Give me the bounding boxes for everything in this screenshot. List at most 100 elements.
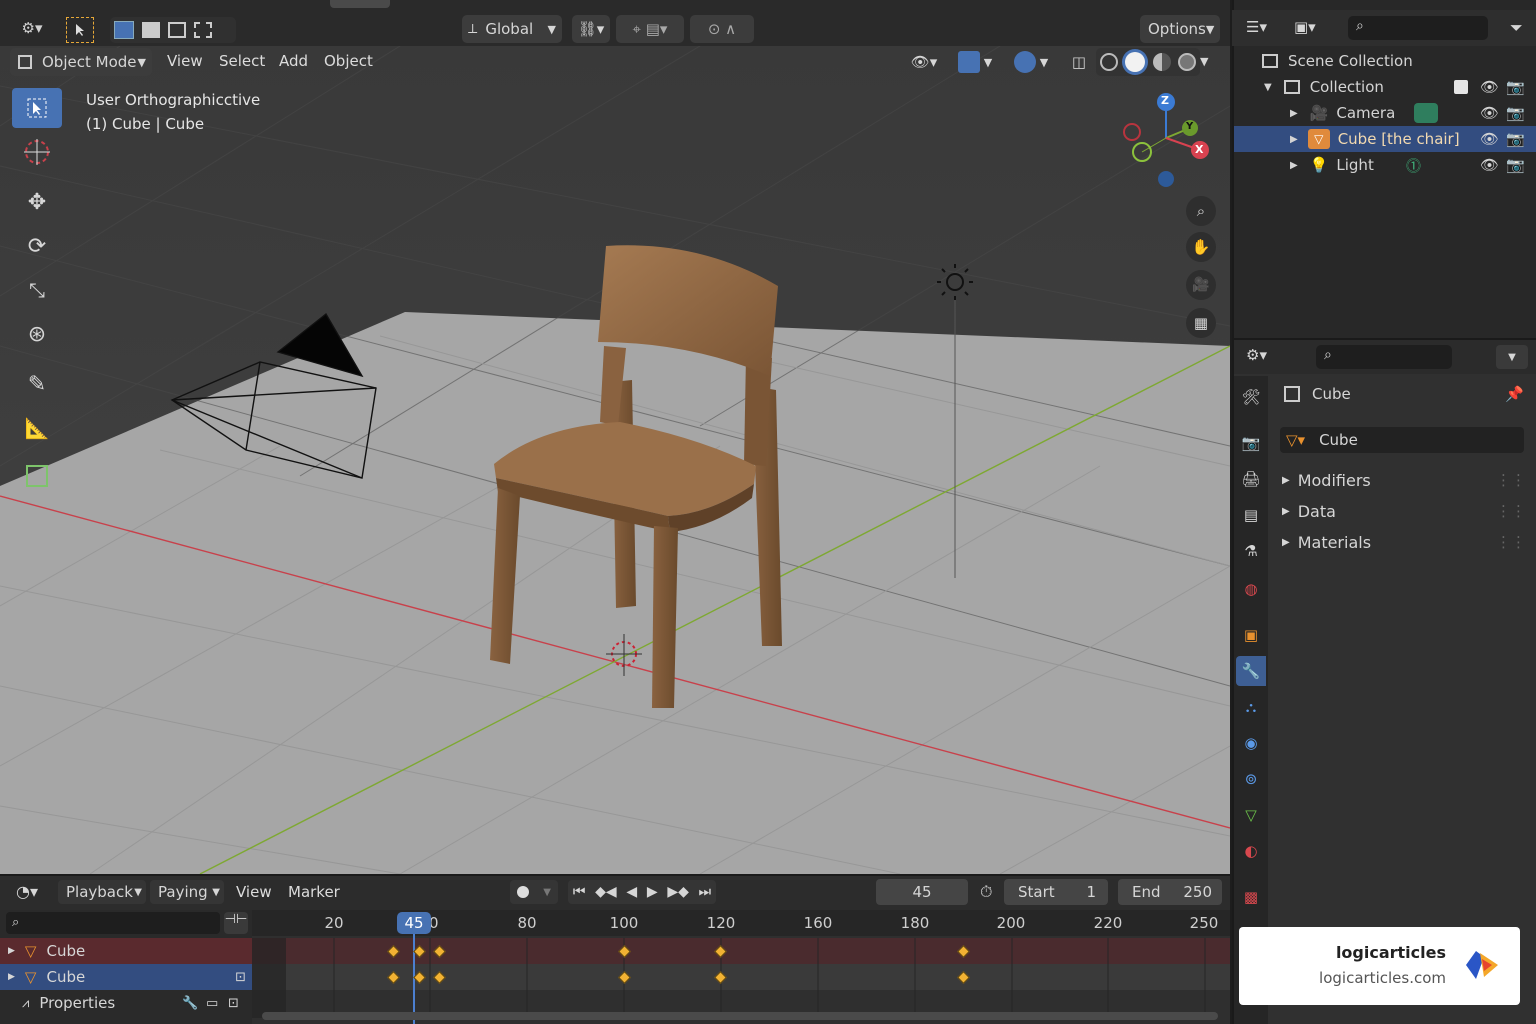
outliner-item-camera[interactable]: ▶ 🎥 Camera 👁 📷	[1234, 100, 1536, 126]
transform-orientation-dropdown[interactable]: ⟂ Global ▼	[462, 15, 562, 43]
menu-view[interactable]: View	[167, 52, 203, 70]
visibility-dropdown[interactable]: 👁▾	[904, 48, 944, 76]
drag-handle-icon[interactable]: ⋮⋮	[1496, 533, 1526, 551]
timeline-menu-view[interactable]: View	[236, 883, 272, 901]
camera-view-icon[interactable]: 🎥	[1186, 270, 1216, 300]
jump-start-icon[interactable]: ⏮	[573, 884, 586, 900]
jump-end-icon[interactable]: ⏭	[699, 884, 712, 900]
next-keyframe-icon[interactable]: ▶◆	[667, 884, 689, 900]
editor-type-icon[interactable]: ⚙▾	[14, 17, 50, 39]
proportional-edit[interactable]: ⊙ ∧	[690, 15, 754, 43]
menu-select[interactable]: Select	[219, 52, 265, 70]
expand-right-icon[interactable]: ▶	[1290, 160, 1298, 171]
timeline-scrollbar[interactable]	[262, 1012, 1218, 1020]
rendered-shading-icon[interactable]	[1178, 53, 1197, 71]
tab-view-layer[interactable]: ▤	[1236, 500, 1266, 530]
tab-material[interactable]: ◐	[1236, 836, 1266, 866]
eye-icon[interactable]: 👁	[1480, 104, 1499, 122]
tab-world[interactable]: ◍	[1236, 574, 1266, 604]
wrench-icon[interactable]: 🔧	[182, 996, 198, 1011]
checkbox-icon[interactable]	[1454, 80, 1468, 94]
select-new-icon[interactable]	[114, 21, 134, 39]
outliner-collection[interactable]: ▼ Collection 👁 📷	[1234, 74, 1536, 100]
xray-icon[interactable]: ◫	[1068, 51, 1090, 73]
cursor-tool[interactable]	[12, 132, 62, 172]
playhead-badge[interactable]: 45	[397, 912, 431, 934]
render-camera-icon[interactable]: 📷	[1506, 104, 1525, 122]
stopwatch-icon[interactable]: ⏱	[980, 882, 992, 902]
tab-scene[interactable]: ⚗	[1236, 536, 1266, 566]
tab-particles[interactable]: ⛬	[1236, 692, 1266, 722]
playback-controls[interactable]: ⏮ ◆◀ ◀ ▶ ▶◆ ⏭	[568, 880, 716, 904]
mesh-selector[interactable]: ▽▾ Cube	[1280, 427, 1524, 453]
auto-keying-toggle[interactable]: ▼	[510, 880, 558, 904]
overlay-toggle[interactable]: ▼	[1008, 48, 1054, 76]
rotate-tool[interactable]: ⟳	[12, 226, 62, 266]
section-data[interactable]: ▶ Data ⋮⋮	[1280, 499, 1530, 523]
play-reverse-icon[interactable]: ◀	[626, 884, 637, 900]
outliner-item-light[interactable]: ▶ 💡 Light ⓵ 👁 📷	[1234, 152, 1536, 178]
timeline-editor-icon[interactable]: ◔▾	[16, 882, 38, 901]
end-frame-field[interactable]: End 250	[1118, 879, 1222, 905]
menu-playback[interactable]: Playback ▼	[58, 880, 146, 904]
lock-icon[interactable]: ⊡	[228, 996, 239, 1011]
timeline-menu-marker[interactable]: Marker	[288, 883, 340, 901]
tab-constraints[interactable]: ⊚	[1236, 764, 1266, 794]
pin-icon[interactable]: 📌	[1505, 385, 1524, 403]
current-frame-field[interactable]: 45	[876, 879, 968, 905]
lock-icon[interactable]: ⊡	[235, 970, 246, 985]
comment-icon[interactable]: ▭	[206, 996, 218, 1011]
options-dropdown[interactable]: Options ▼	[1140, 15, 1220, 43]
drag-handle-icon[interactable]: ⋮⋮	[1496, 502, 1526, 520]
section-modifiers[interactable]: ▶ Modifiers ⋮⋮	[1280, 468, 1530, 492]
timeline-channel-cube-1[interactable]: ▶ ▽ Cube	[0, 938, 252, 964]
eye-icon[interactable]: 👁	[1480, 156, 1499, 174]
3d-viewport[interactable]: User Orthographicctive (1) Cube | Cube Z…	[0, 46, 1230, 874]
expand-down-icon[interactable]: ▼	[1264, 82, 1272, 93]
select-tool-icon[interactable]	[66, 17, 94, 43]
timeline-search-input[interactable]: ⌕	[6, 912, 220, 934]
gizmo-toggle[interactable]: ▼	[952, 48, 998, 76]
select-mode-group[interactable]	[110, 17, 236, 43]
tab-physics[interactable]: ◉	[1236, 728, 1266, 758]
object-mode-dropdown[interactable]: Object Mode ▼	[10, 48, 152, 76]
start-frame-field[interactable]: Start 1	[1004, 879, 1108, 905]
outliner-display-icon[interactable]: ☰▾	[1246, 18, 1267, 36]
tab-tool[interactable]: 🛠	[1236, 382, 1266, 412]
timeline-channel-properties[interactable]: ⩘ Properties 🔧 ▭ ⊡	[0, 990, 252, 1016]
pan-hand-icon[interactable]: ✋	[1186, 232, 1216, 262]
section-materials[interactable]: ▶ Materials ⋮⋮	[1280, 530, 1530, 554]
select-box-tool[interactable]	[12, 88, 62, 128]
properties-editor-icon[interactable]: ⚙▾	[1246, 346, 1267, 364]
only-selected-icon[interactable]: ⊣⊢	[224, 912, 248, 934]
outliner-search-input[interactable]: ⌕	[1348, 16, 1488, 40]
render-camera-icon[interactable]: 📷	[1506, 78, 1525, 96]
select-extend-icon[interactable]	[142, 22, 160, 38]
add-cube-tool[interactable]	[12, 456, 62, 496]
tab-render[interactable]: 📷	[1236, 428, 1266, 458]
menu-keying[interactable]: Paying ▼	[150, 880, 224, 904]
drag-handle-icon[interactable]: ⋮⋮	[1496, 471, 1526, 489]
tab-object[interactable]: ▣	[1236, 620, 1266, 650]
filter-icon[interactable]: ⏷	[1510, 18, 1523, 38]
scale-tool[interactable]: ⤡	[12, 270, 62, 310]
tab-modifiers[interactable]: 🔧	[1236, 656, 1266, 686]
prev-keyframe-icon[interactable]: ◆◀	[595, 884, 617, 900]
tab-data[interactable]: ▽	[1236, 800, 1266, 830]
render-camera-icon[interactable]: 📷	[1506, 130, 1525, 148]
shading-chevron-icon[interactable]: ▼	[1200, 55, 1208, 68]
properties-search-input[interactable]: ⌕	[1316, 345, 1452, 369]
solid-shading-icon[interactable]	[1125, 52, 1146, 72]
measure-tool[interactable]: 📐	[12, 408, 62, 448]
transform-tool[interactable]: ⊛	[12, 314, 62, 354]
menu-add[interactable]: Add	[279, 52, 308, 70]
outliner-filter-mode-icon[interactable]: ▣▾	[1294, 18, 1316, 36]
perspective-grid-icon[interactable]: ▦	[1186, 308, 1216, 338]
expand-right-icon[interactable]: ▶	[1290, 134, 1298, 145]
navigation-gizmo[interactable]: Z Y X	[1118, 92, 1218, 192]
shading-modes[interactable]	[1096, 48, 1200, 76]
menu-object[interactable]: Object	[324, 52, 373, 70]
outliner-scene-collection[interactable]: Scene Collection	[1234, 48, 1536, 74]
eye-icon[interactable]: 👁	[1480, 78, 1499, 96]
render-camera-icon[interactable]: 📷	[1506, 156, 1525, 174]
